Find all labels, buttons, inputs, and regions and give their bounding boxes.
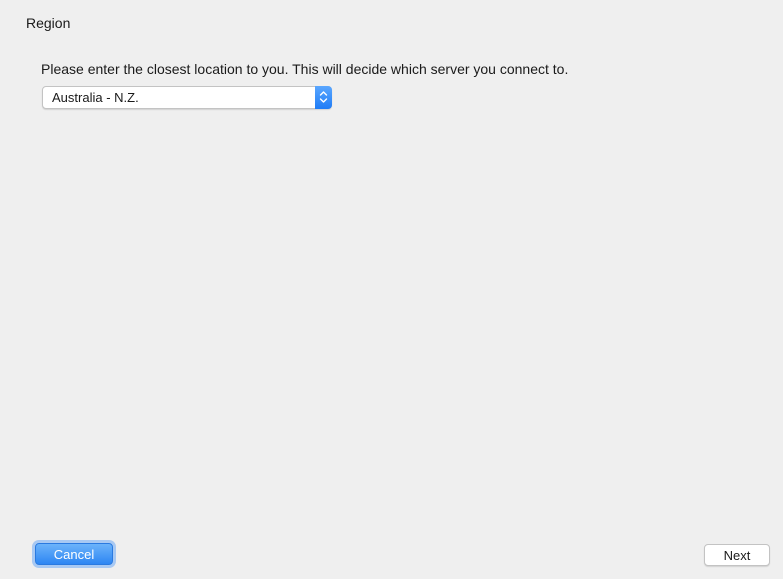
setup-window: Region Please enter the closest location… (0, 0, 783, 579)
instruction-text: Please enter the closest location to you… (41, 61, 569, 77)
region-select[interactable]: Australia - N.Z. (42, 86, 332, 109)
section-title: Region (26, 15, 71, 31)
next-button[interactable]: Next (704, 544, 770, 566)
region-select-value: Australia - N.Z. (52, 90, 139, 105)
cancel-button[interactable]: Cancel (35, 543, 113, 565)
chevron-up-down-icon (315, 86, 332, 109)
